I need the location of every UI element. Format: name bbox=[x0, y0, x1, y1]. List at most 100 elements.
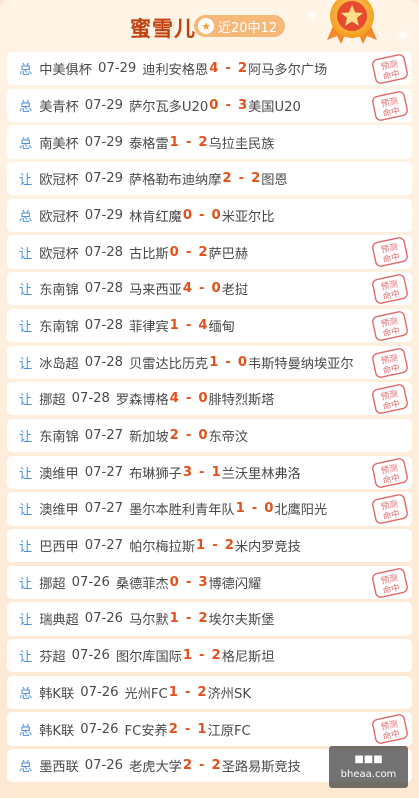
bet-type: 让 bbox=[19, 650, 33, 666]
league-name: 中美俱杯 bbox=[39, 63, 92, 79]
list-item[interactable]: 让 芬超 07-26 图尔库国际 1 - 2 格尼斯坦 bbox=[7, 639, 412, 673]
home-team: 迪利安格恩 bbox=[142, 63, 209, 79]
list-item[interactable]: 总 中美俱杯 07-29 迪利安格恩 4 - 2 阿马多尔广场 预测 命中 bbox=[7, 52, 412, 86]
away-team: 圣路易斯竞技 bbox=[221, 760, 301, 776]
away-team: 格尼斯坦 bbox=[221, 650, 275, 666]
home-team: 林肯红魔 bbox=[129, 209, 182, 225]
list-item[interactable]: 总 美青杯 07-29 萨尔瓦多U20 0 - 3 美国U20 预测 命中 bbox=[7, 88, 412, 122]
page: 蜜雪儿 ★ 近20中12 ✦ ✦ 总 中美俱杯 07-29 迪利安格恩 4 - bbox=[0, 0, 419, 798]
away-team: 北鹰阳光 bbox=[274, 503, 328, 519]
bet-type: 让 bbox=[19, 430, 33, 446]
bet-type: 让 bbox=[19, 319, 33, 335]
away-team: 萨巴赫 bbox=[208, 246, 249, 262]
match-date: 07-26 bbox=[80, 684, 119, 700]
bet-type: 总 bbox=[19, 723, 33, 739]
home-score: 0 bbox=[182, 207, 193, 223]
home-score: 4 bbox=[169, 391, 179, 407]
home-score: 1 bbox=[169, 611, 179, 627]
away-score: 2 bbox=[198, 244, 208, 260]
score-separator: - bbox=[199, 207, 205, 223]
match-date: 07-28 bbox=[84, 244, 124, 260]
score-separator: - bbox=[184, 684, 191, 700]
hit-stamp-icon: 预测命中 bbox=[372, 347, 408, 378]
list-item[interactable]: 让 挪超 07-26 桑德菲杰 0 - 3 博德闪耀 预测 命中 bbox=[7, 565, 412, 599]
home-team: 老虎大学 bbox=[129, 760, 182, 776]
list-item[interactable]: 让 挪超 07-28 罗森博格 4 - 0 腓特烈斯塔 预测 命中 bbox=[7, 382, 412, 416]
list-item[interactable]: 让 巴西甲 07-27 帕尔梅拉斯 1 - 2 米内罗竞技 bbox=[7, 528, 412, 563]
home-score: 0 bbox=[169, 574, 179, 590]
league-name: 韩K联 bbox=[39, 686, 75, 702]
home-team: 泰格雷 bbox=[129, 136, 169, 152]
hit-stamp-icon: 预测命中 bbox=[372, 567, 408, 598]
score-separator: - bbox=[251, 501, 258, 517]
match-date: 07-26 bbox=[71, 648, 110, 664]
bet-type: 让 bbox=[19, 576, 33, 592]
home-score: 2 bbox=[222, 171, 232, 187]
away-team: 东帝汶 bbox=[208, 430, 249, 446]
away-score: 0 bbox=[237, 354, 248, 370]
expert-name: 蜜雪儿 bbox=[130, 17, 196, 41]
bet-type: 让 bbox=[19, 466, 33, 482]
hit-stamp-icon: 预测命中 bbox=[372, 457, 408, 488]
away-team: 米亚尔比 bbox=[221, 209, 275, 225]
home-score: 1 bbox=[209, 354, 219, 370]
record-badge: ★ 近20中12 bbox=[194, 15, 286, 37]
home-score: 0 bbox=[169, 244, 179, 260]
score-separator: - bbox=[185, 574, 192, 590]
match-date: 07-26 bbox=[80, 721, 119, 737]
away-team: 缅甸 bbox=[208, 319, 235, 335]
match-date: 07-29 bbox=[84, 134, 124, 150]
league-name: 巴西甲 bbox=[39, 540, 79, 556]
home-score: 2 bbox=[168, 721, 178, 737]
match-date: 07-27 bbox=[84, 538, 124, 554]
match-date: 07-27 bbox=[84, 501, 124, 517]
list-item[interactable]: 让 瑞典超 07-26 马尔默 1 - 2 埃尔夫斯堡 bbox=[7, 602, 412, 636]
hit-stamp-icon: 预测命中 bbox=[372, 310, 408, 341]
away-score: 0 bbox=[198, 391, 208, 407]
home-team: 贝雷达比历克 bbox=[129, 356, 209, 372]
away-team: 图恩 bbox=[261, 173, 288, 189]
list-item[interactable]: 总 韩K联 07-26 光州FC 1 - 2 济州SK bbox=[7, 675, 412, 709]
league-name: 东南锦 bbox=[39, 283, 79, 299]
home-team: 墨尔本胜利青年队 bbox=[129, 503, 235, 519]
home-score: 1 bbox=[182, 648, 193, 664]
score-separator: - bbox=[238, 171, 245, 187]
list-item[interactable]: 让 东南锦 07-27 新加坡 2 - 0 东帝汶 bbox=[7, 418, 412, 453]
score-separator: - bbox=[212, 538, 218, 554]
home-team: 帕尔梅拉斯 bbox=[129, 540, 196, 556]
bet-type: 让 bbox=[19, 283, 33, 299]
home-score: 1 bbox=[235, 501, 245, 517]
list-item[interactable]: 让 欧冠杯 07-28 古比斯 0 - 2 萨巴赫 预测 命中 bbox=[7, 235, 412, 269]
match-date: 07-28 bbox=[71, 391, 110, 407]
bet-type: 总 bbox=[19, 136, 33, 152]
score-separator: - bbox=[185, 134, 192, 150]
score-separator: - bbox=[184, 721, 191, 737]
match-date: 07-26 bbox=[84, 611, 124, 627]
list-item[interactable]: 总 南美杯 07-29 泰格雷 1 - 2 乌拉圭民族 bbox=[7, 125, 412, 159]
score-separator: - bbox=[225, 354, 231, 370]
match-date: 07-26 bbox=[84, 758, 124, 774]
home-score: 2 bbox=[182, 758, 193, 774]
score-separator: - bbox=[199, 758, 205, 774]
home-team: 图尔库国际 bbox=[115, 650, 182, 666]
away-team: 乌拉圭民族 bbox=[208, 136, 275, 152]
list-item[interactable]: 让 澳维甲 07-27 布琳狮子 3 - 1 兰沃里林弗洛 预测 命中 bbox=[7, 455, 412, 489]
away-score: 2 bbox=[251, 171, 261, 187]
medal-star-icon bbox=[327, 0, 377, 44]
bet-type: 让 bbox=[19, 173, 33, 189]
list-item[interactable]: 让 澳维甲 07-27 墨尔本胜利青年队 1 - 0 北鹰阳光 预测 命中 bbox=[7, 492, 412, 526]
score-separator: - bbox=[199, 464, 205, 480]
away-score: 2 bbox=[211, 648, 221, 664]
list-item[interactable]: 让 东南锦 07-28 菲律宾 1 - 4 缅甸 预测 命中 bbox=[7, 308, 412, 343]
match-date: 07-27 bbox=[84, 464, 124, 480]
list-item[interactable]: 让 东南锦 07-28 马来西亚 4 - 0 老挝 预测 命中 bbox=[7, 272, 412, 306]
league-name: 欧冠杯 bbox=[39, 246, 79, 262]
home-team: 桑德菲杰 bbox=[115, 576, 169, 592]
list-item[interactable]: 让 欧冠杯 07-29 萨格勒布迪纳摩 2 - 2 图恩 bbox=[7, 162, 412, 196]
home-score: 4 bbox=[209, 61, 219, 77]
list-item[interactable]: 让 冰岛超 07-28 贝雷达比历克 1 - 0 韦斯特曼纳埃亚尔 预测 命中 bbox=[7, 345, 412, 379]
list-item[interactable]: 总 韩K联 07-26 FC安养 2 - 1 江原FC 预测 命中 bbox=[7, 712, 412, 746]
away-score: 1 bbox=[211, 464, 221, 480]
away-score: 3 bbox=[237, 97, 248, 113]
list-item[interactable]: 总 欧冠杯 07-29 林肯红魔 0 - 0 米亚尔比 bbox=[7, 198, 412, 233]
